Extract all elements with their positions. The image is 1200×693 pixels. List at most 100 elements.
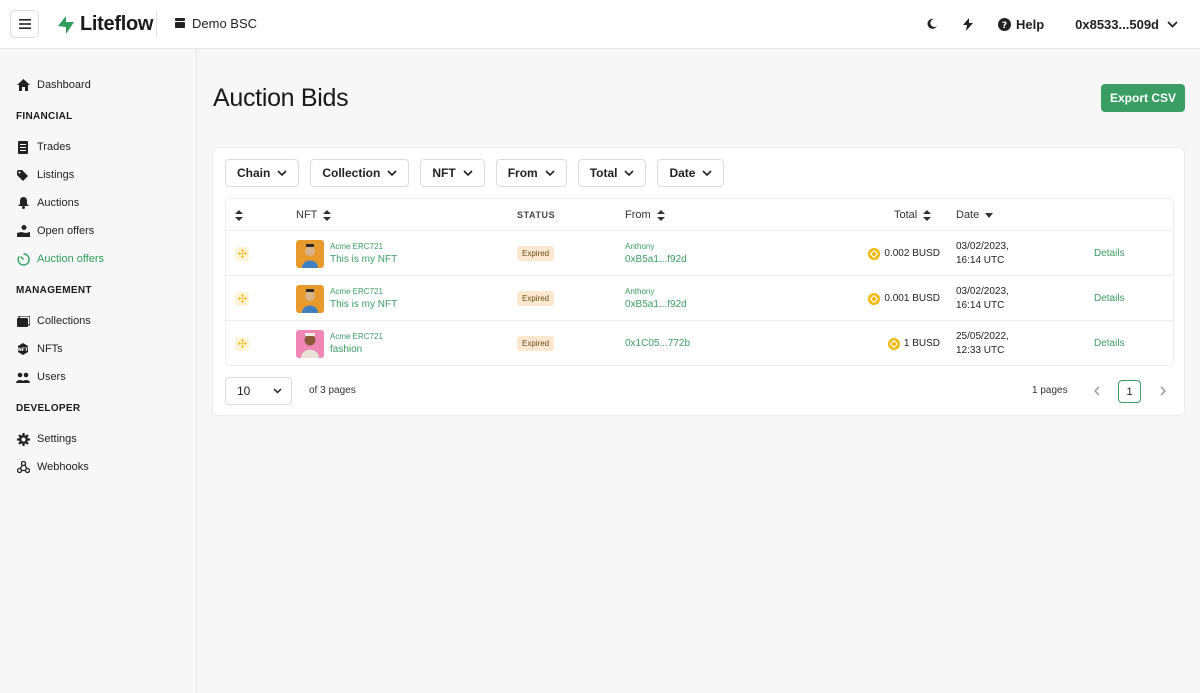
dark-mode-toggle[interactable]: [922, 14, 942, 34]
webhook-icon: [16, 460, 30, 474]
sidebar-item-open-offers[interactable]: Open offers: [0, 217, 196, 245]
nft-collection-link[interactable]: Acme ERC721: [330, 242, 397, 251]
table-row[interactable]: Acme ERC721 This is my NFT Expired Antho…: [226, 276, 1173, 321]
from-address-link[interactable]: 0xB5a1...f92d: [625, 254, 687, 265]
sidebar-item-collections[interactable]: Collections: [0, 307, 196, 335]
nft-collection-link[interactable]: Acme ERC721: [330, 332, 383, 341]
sort-icon: [323, 209, 332, 221]
page-total-label: of 3 pages: [309, 385, 356, 396]
document-icon: [16, 140, 30, 154]
sort-desc-icon: [985, 213, 994, 218]
previous-page-button[interactable]: [1089, 383, 1105, 399]
sidebar-item-webhooks[interactable]: Webhooks: [0, 453, 196, 481]
column-label: From: [625, 209, 651, 221]
nft-name-link[interactable]: This is my NFT: [330, 254, 397, 265]
tag-icon: [16, 168, 30, 182]
chevron-down-icon: [387, 170, 397, 176]
bid-total: 0.001 BUSD: [884, 293, 940, 304]
bnb-chain-icon: [235, 246, 249, 261]
column-total[interactable]: Total: [894, 199, 932, 231]
sidebar-item-settings[interactable]: Settings: [0, 425, 196, 453]
from-user-name[interactable]: Anthony: [625, 287, 687, 296]
svg-text:?: ?: [1002, 21, 1007, 31]
page-button-current[interactable]: 1: [1118, 380, 1141, 403]
busd-icon: [887, 337, 900, 350]
store-icon: [175, 18, 185, 28]
filter-label: Date: [669, 166, 696, 180]
liteflow-logo-icon: [58, 15, 74, 34]
from-user-name[interactable]: Anthony: [625, 242, 687, 251]
wallet-dropdown[interactable]: 0x8533...509d: [1075, 17, 1178, 32]
sidebar-item-label: Auctions: [37, 197, 80, 209]
sort-chain-button[interactable]: [235, 199, 243, 231]
busd-icon: [868, 247, 881, 260]
sidebar-item-trades[interactable]: Trades: [0, 133, 196, 161]
nft-thumbnail[interactable]: [296, 284, 324, 313]
chevron-right-icon: [1160, 386, 1166, 396]
filter-date[interactable]: Date: [657, 159, 725, 187]
timer-icon: [16, 252, 30, 266]
activity-button[interactable]: [958, 14, 978, 34]
filter-nft[interactable]: NFT: [420, 159, 485, 187]
sidebar-item-nfts[interactable]: NFT NFTs: [0, 335, 196, 363]
header-divider: [156, 10, 157, 38]
images-icon: [16, 314, 30, 328]
sidebar-item-auction-offers[interactable]: Auction offers: [0, 245, 196, 273]
sidebar-item-listings[interactable]: Listings: [0, 161, 196, 189]
sidebar-item-label: Users: [37, 371, 66, 383]
home-icon: [16, 78, 30, 92]
sidebar-item-label: Collections: [37, 315, 91, 327]
nft-collection-link[interactable]: Acme ERC721: [330, 287, 397, 296]
table-row[interactable]: Acme ERC721 This is my NFT Expired Antho…: [226, 231, 1173, 276]
filter-chain[interactable]: Chain: [225, 159, 300, 187]
sidebar-item-label: NFTs: [37, 343, 63, 355]
section-title-developer: DEVELOPER: [16, 402, 81, 414]
environment-selector[interactable]: Demo BSC: [174, 16, 257, 31]
from-address-link[interactable]: 0xB5a1...f92d: [625, 299, 687, 310]
nft-thumbnail[interactable]: [296, 239, 324, 268]
column-nft[interactable]: NFT: [296, 199, 332, 231]
filter-label: From: [507, 166, 538, 180]
bid-total: 0.002 BUSD: [884, 248, 940, 259]
nft-icon: NFT: [16, 342, 30, 356]
bid-date: 03/02/2023,: [956, 240, 1009, 252]
details-link[interactable]: Details: [1094, 338, 1125, 349]
help-button[interactable]: ? Help: [997, 17, 1044, 32]
menu-button[interactable]: [10, 10, 39, 38]
section-title-management: MANAGEMENT: [16, 284, 92, 296]
filter-collection[interactable]: Collection: [310, 159, 410, 187]
column-date[interactable]: Date: [956, 199, 994, 231]
nft-name-link[interactable]: This is my NFT: [330, 299, 397, 310]
details-link[interactable]: Details: [1094, 293, 1125, 304]
column-label: Total: [894, 209, 918, 221]
sidebar-item-auctions[interactable]: Auctions: [0, 189, 196, 217]
bnb-chain-icon: [235, 336, 249, 351]
sort-icon: [923, 209, 932, 221]
from-address-link[interactable]: 0x1C05...772b: [625, 338, 690, 349]
sort-icon: [656, 209, 665, 221]
export-csv-button[interactable]: Export CSV: [1101, 84, 1185, 112]
brand-logo[interactable]: Liteflow: [56, 13, 153, 36]
gear-icon: [16, 432, 30, 446]
details-link[interactable]: Details: [1094, 248, 1125, 259]
next-page-button[interactable]: [1155, 383, 1171, 399]
column-label: NFT: [296, 209, 318, 221]
filter-from[interactable]: From: [495, 159, 567, 187]
bids-table: NFT STATUS From Total Date Acme ERC721 T…: [225, 198, 1174, 366]
bid-date: 25/05/2022,: [956, 330, 1009, 342]
nft-name-link[interactable]: fashion: [330, 344, 383, 355]
nft-thumbnail[interactable]: [296, 329, 324, 358]
sidebar-item-users[interactable]: Users: [0, 363, 196, 391]
chevron-down-icon: [463, 170, 473, 176]
filter-label: Collection: [322, 166, 381, 180]
sidebar-item-label: Listings: [37, 169, 75, 181]
environment-name: Demo BSC: [192, 16, 258, 31]
sidebar-item-dashboard[interactable]: Dashboard: [0, 71, 196, 99]
busd-icon: [868, 292, 881, 305]
filter-total[interactable]: Total: [577, 159, 647, 187]
per-page-select[interactable]: 10: [225, 377, 292, 405]
column-from[interactable]: From: [625, 199, 665, 231]
header-actions: ? Help 0x8533...509d: [922, 0, 1178, 48]
column-label: Date: [956, 209, 980, 221]
table-row[interactable]: Acme ERC721 fashion Expired 0x1C05...772…: [226, 321, 1173, 365]
